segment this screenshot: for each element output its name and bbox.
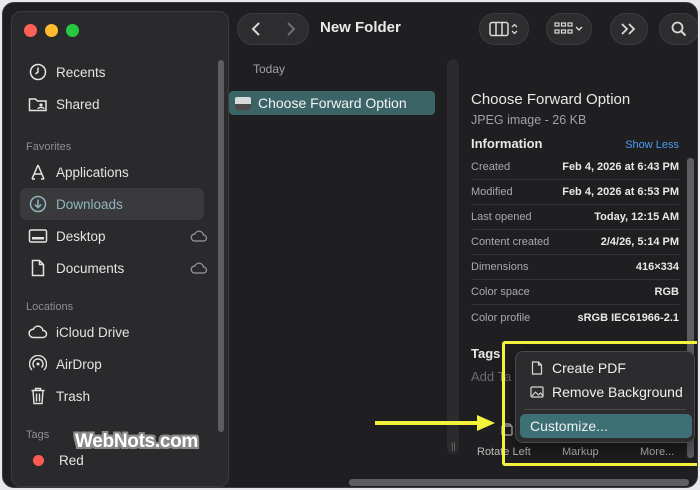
annotation-highlight-box [502,341,697,466]
clock-icon [28,62,48,82]
icloud-status-icon [190,229,208,243]
sidebar-favorites: Favorites Applications Downloads Desktop [12,138,228,284]
sidebar-item-downloads[interactable]: Downloads [20,188,204,220]
annotation-arrow-icon [375,415,495,431]
info-row: Modified Feb 4, 2026 at 6:53 PM [471,180,679,205]
download-icon [28,194,48,214]
red-tag-icon [33,454,44,466]
sidebar-item-applications[interactable]: Applications [20,156,204,188]
sidebar-heading-favorites: Favorites [26,141,72,153]
sidebar-item-shared[interactable]: Shared [20,88,204,120]
info-rows: Created Feb 4, 2026 at 6:43 PM Modified Fe… [471,155,679,330]
preview-file-name: Choose Forward Option [471,91,631,108]
info-row: Dimensions 416×334 [471,255,679,280]
more-toolbar-items-button[interactable] [610,13,648,45]
window-controls [24,24,79,37]
preview-file-kind: JPEG image - 26 KB [471,113,587,127]
sidebar: Recents Shared Favorites Applications Do… [11,11,229,487]
icloud-status-icon [190,261,208,275]
window-title: New Folder [320,19,401,36]
shared-folder-icon [28,94,48,114]
close-window-button[interactable] [24,24,37,37]
jpeg-thumbnail-icon [235,96,251,110]
sidebar-heading-locations: Locations [26,301,74,313]
sidebar-item-airdrop[interactable]: AirDrop [20,348,204,380]
sidebar-item-recents[interactable]: Recents [20,56,204,88]
info-heading: Information [471,136,543,151]
navigation-buttons [237,13,309,45]
info-row: Color space RGB [471,280,679,305]
info-row: Content created 2/4/26, 5:14 PM [471,230,679,255]
horizontal-scrollbar[interactable] [349,479,689,486]
file-row-selected[interactable]: Choose Forward Option [229,91,435,115]
applications-icon [28,162,48,182]
sidebar-locations: Locations iCloud Drive AirDrop Trash [12,298,228,412]
tags-heading: Tags [471,346,501,361]
search-button[interactable] [659,13,697,45]
sidebar-top-group: Recents Shared [12,56,228,120]
forward-button[interactable] [273,21,308,37]
search-icon [671,21,687,37]
document-icon [28,258,48,278]
airdrop-icon [28,354,48,374]
column-divider[interactable] [447,59,459,454]
desktop-icon [28,226,48,246]
sidebar-item-trash[interactable]: Trash [20,380,204,412]
sidebar-item-documents[interactable]: Documents [20,252,208,284]
resize-handle-icon[interactable]: || [451,441,456,451]
grid-icon [554,22,583,34]
minimize-window-button[interactable] [45,24,58,37]
finder-window: Recents Shared Favorites Applications Do… [2,2,698,488]
info-header: Information Show Less [471,136,679,151]
section-header-today: Today [253,62,286,76]
chevron-right-icon [286,22,295,36]
info-row: Last opened Today, 12:15 AM [471,205,679,230]
preview-panel: Choose Forward Option JPEG image - 26 KB… [471,91,679,330]
info-row: Created Feb 4, 2026 at 6:43 PM [471,155,679,180]
view-mode-button[interactable] [479,13,529,45]
sidebar-scrollbar[interactable] [218,60,224,432]
zoom-window-button[interactable] [66,24,79,37]
watermark-logo: WebNots.com [75,431,199,452]
trash-icon [28,386,48,406]
sidebar-item-icloud-drive[interactable]: iCloud Drive [20,316,204,348]
info-row: Color profile sRGB IEC61966-2.1 [471,311,679,324]
double-chevron-right-icon [621,23,636,35]
sidebar-item-desktop[interactable]: Desktop [20,220,208,252]
columns-view-icon [489,21,518,37]
chevron-left-icon [251,22,260,36]
group-by-button[interactable] [546,13,592,45]
cloud-icon [28,322,48,342]
back-button[interactable] [238,21,273,37]
show-less-link[interactable]: Show Less [625,139,679,151]
